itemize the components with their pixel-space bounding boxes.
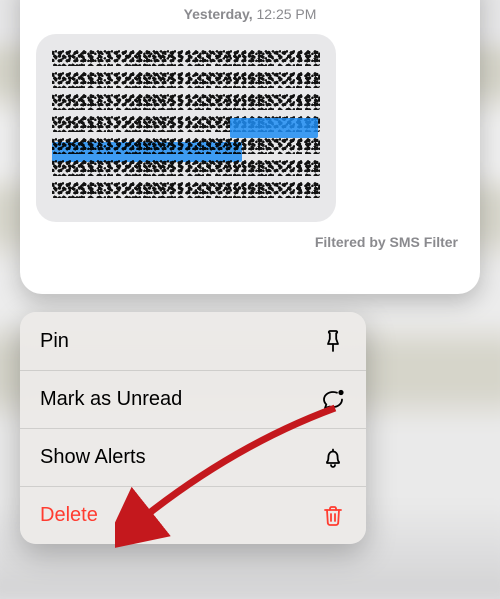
menu-item-label: Delete [40, 504, 98, 527]
menu-item-label: Pin [40, 330, 69, 353]
menu-item-pin[interactable]: Pin [20, 312, 366, 370]
menu-item-show-alerts[interactable]: Show Alerts [20, 428, 366, 486]
trash-icon [320, 503, 346, 529]
conversation-preview-card: Yesterday, 12:25 PM Filtered by SMS Filt… [20, 0, 480, 294]
menu-item-label: Mark as Unread [40, 388, 182, 411]
timestamp-time: 12:25 PM [256, 6, 316, 22]
redacted-message-content [50, 48, 322, 208]
pin-icon [320, 328, 346, 354]
menu-item-delete[interactable]: Delete [20, 486, 366, 544]
menu-item-label: Show Alerts [40, 446, 146, 469]
context-menu: Pin Mark as Unread Show Alerts Dele [20, 312, 366, 544]
chat-unread-icon [320, 387, 346, 413]
message-timestamp: Yesterday, 12:25 PM [36, 6, 464, 22]
timestamp-day: Yesterday, [184, 6, 253, 22]
bell-icon [320, 445, 346, 471]
filter-status-label: Filtered by SMS Filter [36, 234, 464, 250]
menu-item-mark-unread[interactable]: Mark as Unread [20, 370, 366, 428]
message-bubble [36, 34, 336, 222]
